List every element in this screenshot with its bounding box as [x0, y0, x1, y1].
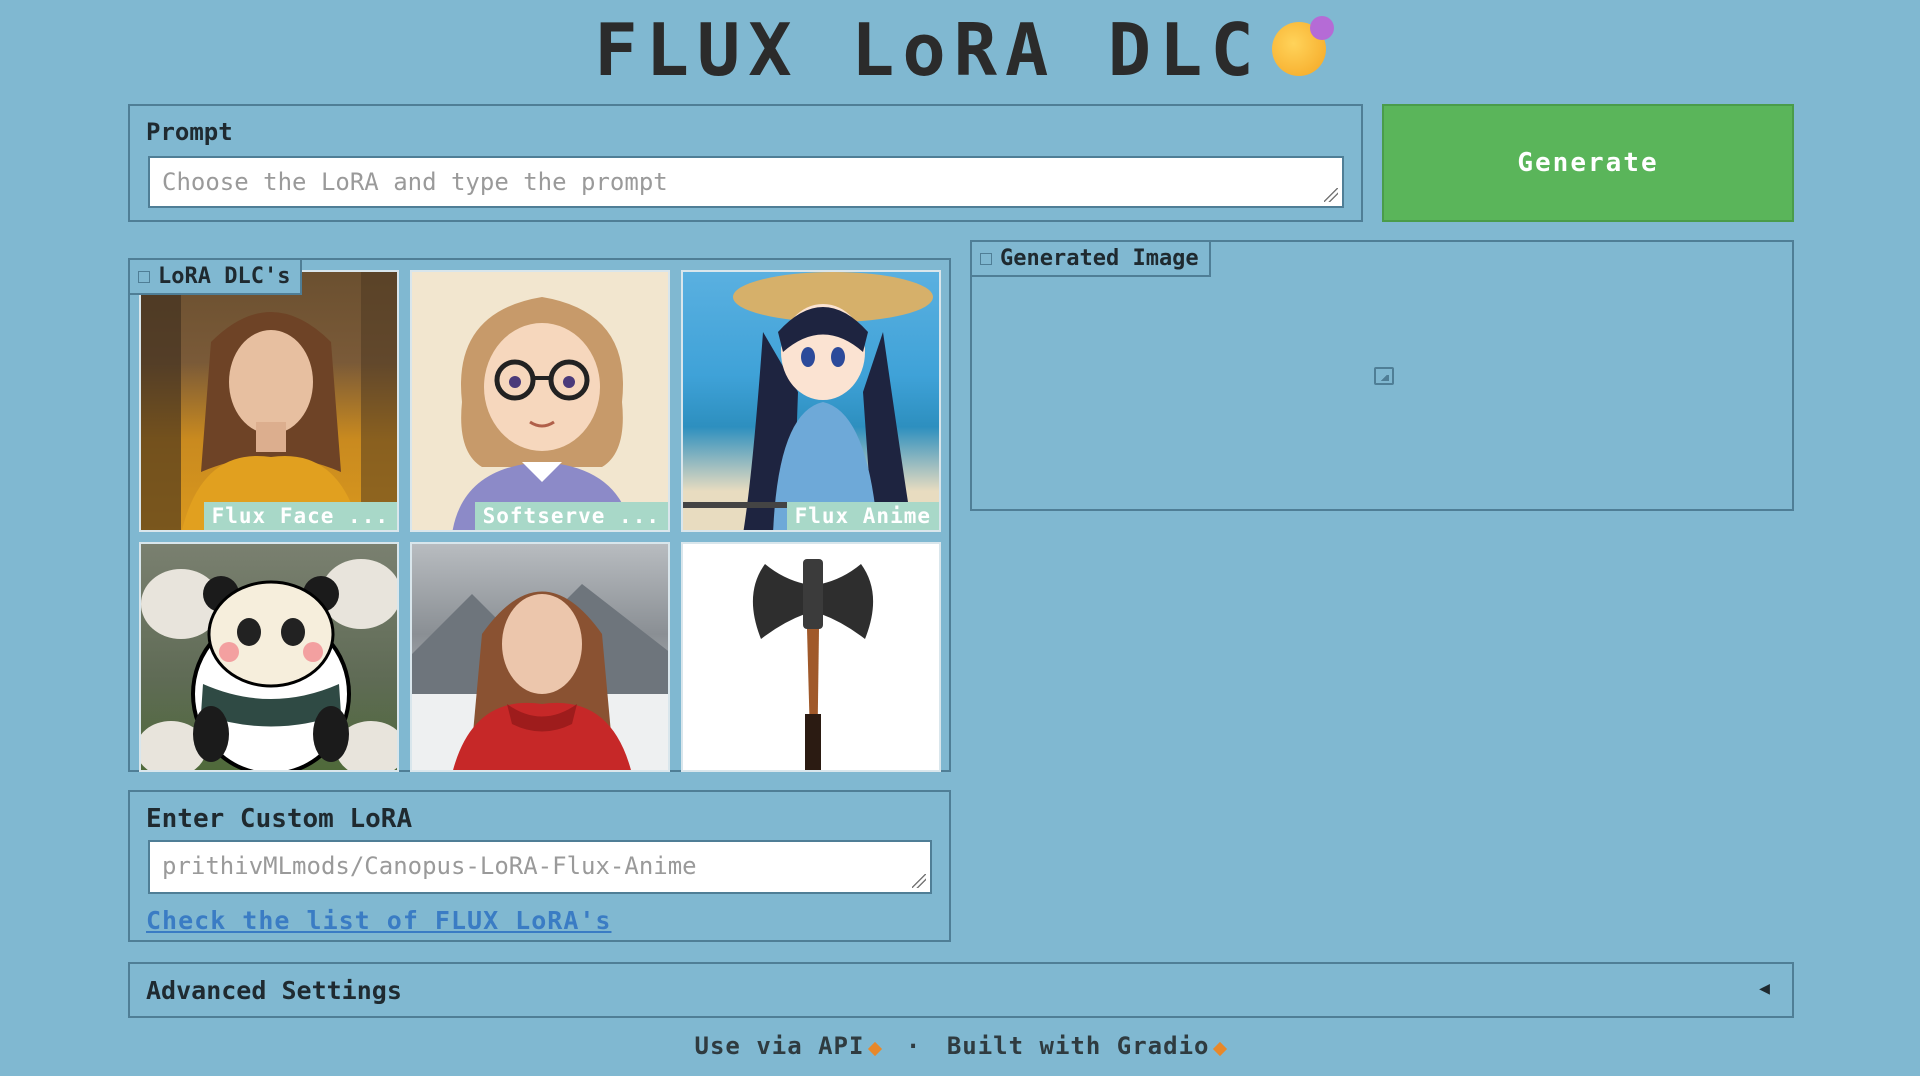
custom-lora-placeholder: prithivMLmods/Canopus-LoRA-Flux-Anime — [162, 852, 697, 880]
gallery-label: LoRA DLC's — [158, 264, 291, 289]
image-icon — [138, 270, 150, 283]
gallery-caption: Softserve ... — [474, 502, 668, 530]
resize-handle-icon[interactable] — [912, 874, 926, 888]
gallery-tag: LoRA DLC's — [130, 260, 303, 295]
generated-label: Generated Image — [1000, 246, 1199, 271]
gallery-item[interactable]: Flux Anime — [681, 270, 941, 532]
custom-lora-panel: Enter Custom LoRA prithivMLmods/Canopus-… — [128, 790, 951, 942]
image-icon — [980, 252, 992, 265]
cartoon-girl-glasses-image — [452, 297, 632, 530]
footer-separator: · — [905, 1032, 922, 1060]
party-face-icon — [1271, 16, 1334, 77]
gallery-caption: Flux Anime — [786, 502, 939, 530]
advanced-settings-label: Advanced Settings — [146, 976, 402, 1005]
prompt-input[interactable]: Choose the LoRA and type the prompt — [148, 156, 1344, 208]
portrait-woman-image — [141, 272, 397, 530]
prompt-panel: Prompt Choose the LoRA and type the prom… — [128, 104, 1363, 222]
gallery-item[interactable]: Flux Face ... — [139, 270, 399, 532]
custom-lora-label: Enter Custom LoRA — [146, 804, 413, 834]
gallery-item[interactable]: Softserve ... — [410, 270, 670, 532]
gallery-item[interactable] — [410, 542, 670, 772]
app-title-text: FLUX LoRA DLC — [594, 8, 1262, 92]
prompt-label: Prompt — [146, 118, 233, 146]
image-placeholder-icon — [1374, 367, 1394, 385]
custom-lora-input[interactable]: prithivMLmods/Canopus-LoRA-Flux-Anime — [148, 840, 932, 894]
app-title: FLUX LoRA DLC — [0, 8, 1920, 92]
generated-image-panel: Generated Image — [970, 240, 1794, 511]
resize-handle-icon[interactable] — [1324, 188, 1338, 202]
battle-axe-image — [752, 559, 874, 770]
use-via-api-link[interactable]: Use via API — [695, 1032, 865, 1060]
gallery-item[interactable] — [139, 542, 399, 772]
advanced-settings-accordion[interactable]: Advanced Settings ◀ — [128, 962, 1794, 1018]
generated-tag: Generated Image — [972, 242, 1211, 277]
anime-girl-beach-image — [683, 272, 939, 530]
prompt-placeholder: Choose the LoRA and type the prompt — [162, 168, 668, 196]
gallery-caption: Flux Face ... — [203, 502, 397, 530]
footer: Use via API · Built with Gradio — [0, 1032, 1920, 1060]
cartoon-panda-image — [141, 559, 397, 770]
rocket-icon — [868, 1041, 883, 1057]
gallery-item[interactable] — [681, 542, 941, 772]
built-with-gradio-link[interactable]: Built with Gradio — [947, 1032, 1210, 1060]
lora-list-link[interactable]: Check the list of FLUX LoRA's — [146, 906, 612, 935]
caret-left-icon: ◀ — [1759, 978, 1770, 999]
gradio-logo-icon — [1213, 1041, 1228, 1057]
generate-button[interactable]: Generate — [1382, 104, 1794, 222]
lora-gallery: LoRA DLC's Flux Face ... Softserve ... F… — [128, 258, 951, 772]
portrait-woman-snow-image — [412, 584, 668, 770]
